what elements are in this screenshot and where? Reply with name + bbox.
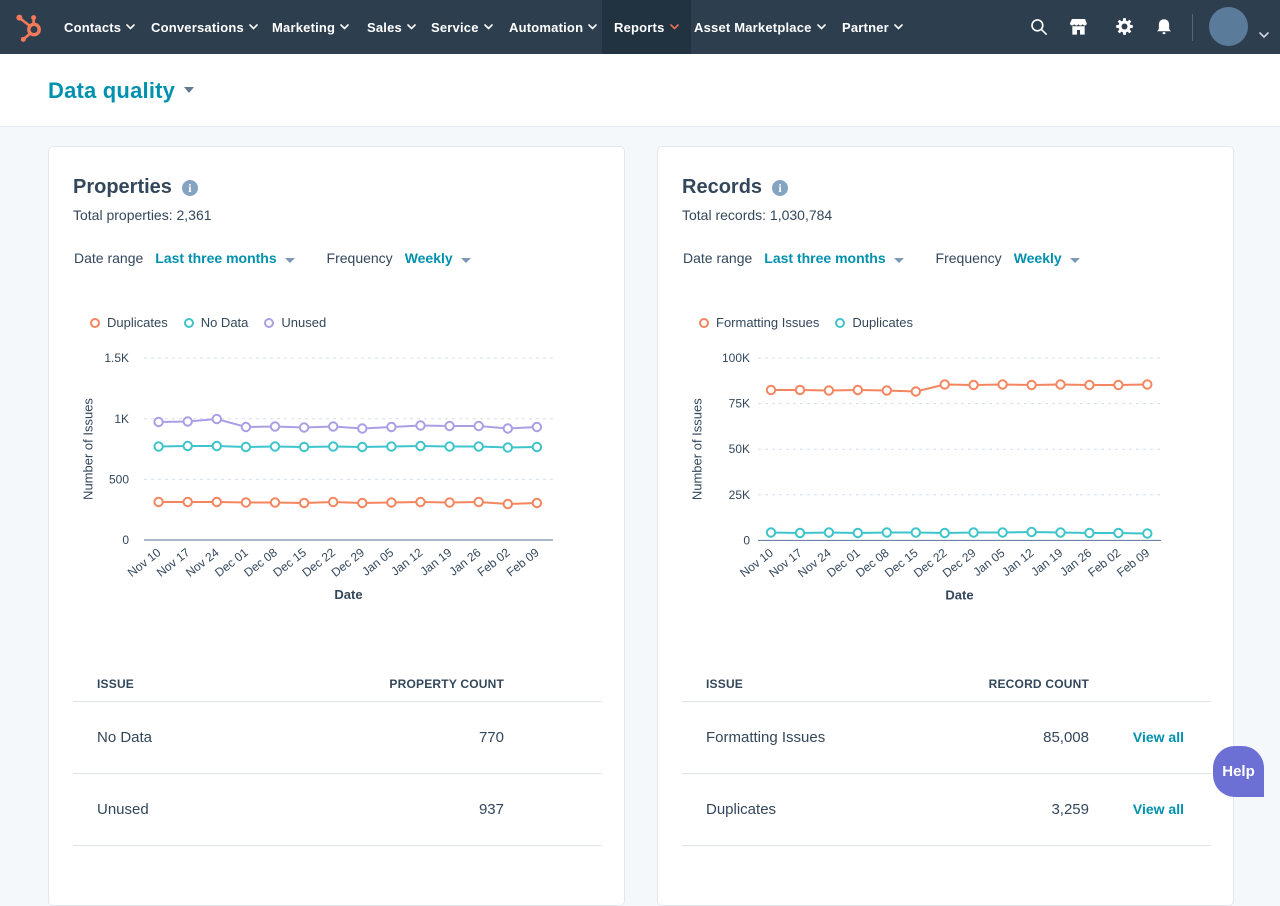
svg-text:Date: Date — [945, 587, 973, 602]
svg-text:0: 0 — [122, 533, 129, 547]
svg-text:75K: 75K — [729, 397, 750, 411]
svg-text:Jan 12: Jan 12 — [388, 545, 425, 578]
svg-text:Dec 29: Dec 29 — [329, 545, 368, 580]
svg-text:Jan 12: Jan 12 — [999, 546, 1036, 579]
svg-text:Jan 19: Jan 19 — [417, 545, 454, 578]
svg-text:Dec 29: Dec 29 — [940, 546, 979, 581]
svg-text:Jan 19: Jan 19 — [1028, 546, 1065, 579]
svg-text:Jan 05: Jan 05 — [970, 546, 1007, 579]
svg-text:Jan 05: Jan 05 — [359, 545, 396, 578]
svg-text:Number of Issues: Number of Issues — [690, 398, 705, 500]
svg-text:1.5K: 1.5K — [104, 351, 129, 365]
svg-text:0: 0 — [743, 533, 750, 547]
svg-text:100K: 100K — [722, 351, 750, 365]
svg-text:25K: 25K — [729, 488, 750, 502]
svg-text:1K: 1K — [114, 412, 129, 426]
svg-text:50K: 50K — [729, 442, 750, 456]
svg-text:Date: Date — [334, 587, 362, 602]
svg-text:500: 500 — [109, 472, 129, 486]
svg-text:Number of Issues: Number of Issues — [81, 398, 96, 500]
svg-text:Feb 09: Feb 09 — [1114, 546, 1152, 580]
svg-text:Feb 09: Feb 09 — [504, 545, 542, 579]
